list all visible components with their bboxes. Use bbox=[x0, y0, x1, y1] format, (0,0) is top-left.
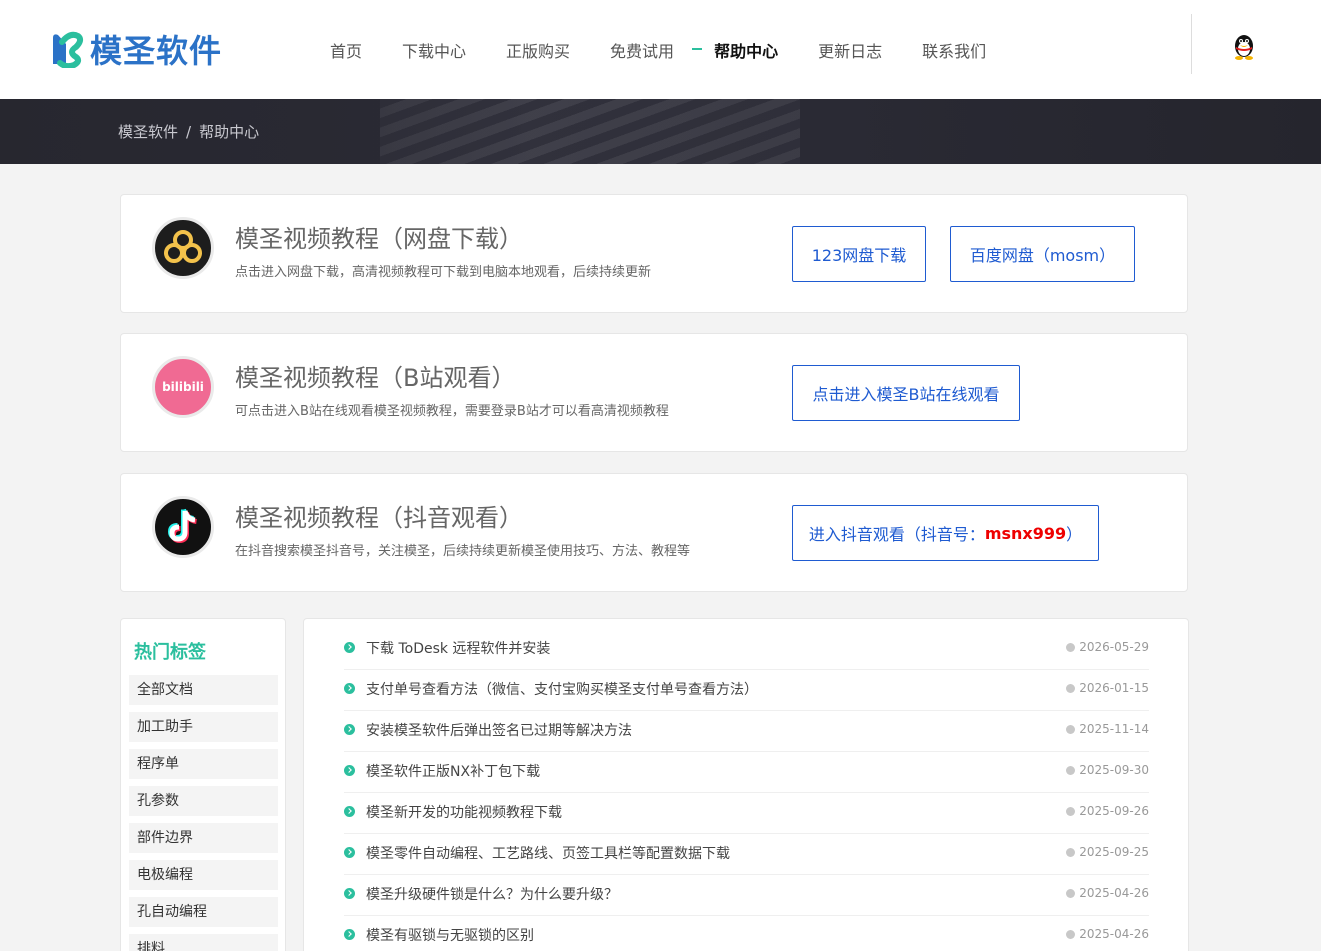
site-header: 模圣软件 首页 下载中心 正版购买 免费试用 帮助中心 更新日志 联系我们 bbox=[0, 0, 1321, 99]
hot-tags-sidebar: 热门标签 全部文档 加工助手 程序单 孔参数 部件边界 电极编程 孔自动编程 排… bbox=[120, 618, 286, 951]
chevron-right-icon bbox=[344, 929, 355, 940]
tag-item[interactable]: 程序单 bbox=[129, 749, 278, 779]
article-title[interactable]: 模圣有驱锁与无驱锁的区别 bbox=[366, 925, 534, 945]
tag-item[interactable]: 全部文档 bbox=[129, 675, 278, 705]
article-date: 2025-04-26 bbox=[1066, 927, 1149, 941]
chevron-right-icon bbox=[344, 724, 355, 735]
tutorial-card-bilibili: bilibili 模圣视频教程（B站观看） 可点击进入B站在线观看模圣视频教程，… bbox=[120, 333, 1188, 452]
article-date: 2025-09-26 bbox=[1066, 804, 1149, 818]
sidebar-title: 热门标签 bbox=[134, 642, 206, 663]
nav-item-changelog[interactable]: 更新日志 bbox=[818, 38, 882, 62]
clock-icon bbox=[1066, 766, 1076, 775]
article-row[interactable]: 模圣软件正版NX补丁包下载 2025-09-30 bbox=[344, 752, 1149, 793]
clock-icon bbox=[1066, 643, 1076, 652]
article-title[interactable]: 模圣新开发的功能视频教程下载 bbox=[366, 802, 562, 822]
douyin-icon bbox=[152, 496, 214, 558]
douyin-button-prefix: 进入抖音观看（抖音号： bbox=[808, 525, 985, 544]
nav-item-help[interactable]: 帮助中心 bbox=[692, 38, 778, 62]
logo-mark-icon bbox=[53, 31, 84, 68]
baidu-netdisk-icon bbox=[152, 217, 214, 279]
article-title[interactable]: 下载 ToDesk 远程软件并安装 bbox=[366, 638, 550, 658]
main-nav: 首页 下载中心 正版购买 免费试用 帮助中心 更新日志 联系我们 bbox=[310, 0, 1006, 99]
card-description: 点击进入网盘下载，高清视频教程可下载到电脑本地观看，后续持续更新 bbox=[235, 265, 652, 280]
article-row[interactable]: 下载 ToDesk 远程软件并安装 2026-05-29 bbox=[344, 629, 1149, 670]
header-divider bbox=[1191, 14, 1192, 74]
article-row[interactable]: 安装模圣软件后弹出签名已过期等解决方法 2025-11-14 bbox=[344, 711, 1149, 752]
article-title[interactable]: 模圣零件自动编程、工艺路线、页签工具栏等配置数据下载 bbox=[366, 843, 730, 863]
article-title[interactable]: 安装模圣软件后弹出签名已过期等解决方法 bbox=[366, 720, 632, 740]
article-title[interactable]: 支付单号查看方法（微信、支付宝购买模圣支付单号查看方法） bbox=[366, 679, 758, 699]
card-title: 模圣视频教程（抖音观看） bbox=[235, 504, 523, 532]
qq-penguin-icon[interactable] bbox=[1231, 32, 1257, 60]
chevron-right-icon bbox=[344, 847, 355, 858]
nav-item-download[interactable]: 下载中心 bbox=[402, 38, 466, 62]
clock-icon bbox=[1066, 930, 1076, 939]
clock-icon bbox=[1066, 807, 1076, 816]
article-title[interactable]: 模圣升级硬件锁是什么？为什么要升级？ bbox=[366, 884, 618, 904]
bilibili-icon: bilibili bbox=[152, 356, 214, 418]
douyin-account-id: msnx999 bbox=[984, 523, 1067, 543]
article-row[interactable]: 模圣有驱锁与无驱锁的区别 2025-04-26 bbox=[344, 916, 1149, 951]
card-title: 模圣视频教程（网盘下载） bbox=[235, 225, 523, 253]
douyin-watch-button[interactable]: 进入抖音观看（抖音号： msnx999） bbox=[792, 505, 1099, 561]
logo-text: 模圣软件 bbox=[90, 32, 223, 70]
baidu-netdisk-button[interactable]: 百度网盘（mosm） bbox=[950, 226, 1135, 282]
tag-item[interactable]: 电极编程 bbox=[129, 860, 278, 890]
tag-item[interactable]: 部件边界 bbox=[129, 823, 278, 853]
breadcrumb-separator: / bbox=[186, 123, 192, 141]
tag-item[interactable]: 加工助手 bbox=[129, 712, 278, 742]
chevron-right-icon bbox=[344, 765, 355, 776]
breadcrumb-current: 帮助中心 bbox=[199, 123, 260, 141]
article-row[interactable]: 模圣升级硬件锁是什么？为什么要升级？ 2025-04-26 bbox=[344, 875, 1149, 916]
article-date: 2025-04-26 bbox=[1066, 886, 1149, 900]
article-title[interactable]: 模圣软件正版NX补丁包下载 bbox=[366, 761, 540, 781]
article-date: 2026-01-15 bbox=[1066, 681, 1149, 695]
nav-item-contact[interactable]: 联系我们 bbox=[922, 38, 986, 62]
chevron-right-icon bbox=[344, 642, 355, 653]
article-date: 2025-09-30 bbox=[1066, 763, 1149, 777]
tag-item[interactable]: 孔参数 bbox=[129, 786, 278, 816]
card-title: 模圣视频教程（B站观看） bbox=[235, 364, 516, 392]
article-row[interactable]: 模圣新开发的功能视频教程下载 2025-09-26 bbox=[344, 793, 1149, 834]
card-description: 在抖音搜索模圣抖音号，关注模圣，后续持续更新模圣使用技巧、方法、教程等 bbox=[235, 544, 691, 559]
article-date: 2025-11-14 bbox=[1066, 722, 1149, 736]
chevron-right-icon bbox=[344, 888, 355, 899]
article-date: 2025-09-25 bbox=[1066, 845, 1149, 859]
bilibili-icon-text: bilibili bbox=[162, 380, 204, 394]
nav-item-home[interactable]: 首页 bbox=[330, 38, 362, 62]
clock-icon bbox=[1066, 684, 1076, 693]
clock-icon bbox=[1066, 725, 1076, 734]
tag-item[interactable]: 孔自动编程 bbox=[129, 897, 278, 927]
douyin-button-suffix: ） bbox=[1066, 525, 1083, 544]
site-logo[interactable]: 模圣软件 bbox=[50, 28, 222, 70]
nav-item-purchase[interactable]: 正版购买 bbox=[506, 38, 570, 62]
article-row[interactable]: 模圣零件自动编程、工艺路线、页签工具栏等配置数据下载 2025-09-25 bbox=[344, 834, 1149, 875]
article-date: 2026-05-29 bbox=[1066, 640, 1149, 654]
article-list: 下载 ToDesk 远程软件并安装 2026-05-29 支付单号查看方法（微信… bbox=[303, 618, 1189, 951]
pan123-download-button[interactable]: 123网盘下载 bbox=[792, 226, 926, 282]
nav-item-trial[interactable]: 免费试用 bbox=[610, 38, 674, 62]
clock-icon bbox=[1066, 889, 1076, 898]
breadcrumb: 模圣软件 / 帮助中心 bbox=[118, 121, 259, 142]
tutorial-card-douyin: 模圣视频教程（抖音观看） 在抖音搜索模圣抖音号，关注模圣，后续持续更新模圣使用技… bbox=[120, 473, 1188, 592]
tag-item[interactable]: 排料 bbox=[129, 934, 278, 951]
card-description: 可点击进入B站在线观看模圣视频教程，需要登录B站才可以看高清视频教程 bbox=[235, 404, 669, 419]
clock-icon bbox=[1066, 848, 1076, 857]
bilibili-watch-button[interactable]: 点击进入模圣B站在线观看 bbox=[792, 365, 1020, 421]
tutorial-card-netdisk: 模圣视频教程（网盘下载） 点击进入网盘下载，高清视频教程可下载到电脑本地观看，后… bbox=[120, 194, 1188, 313]
article-row[interactable]: 支付单号查看方法（微信、支付宝购买模圣支付单号查看方法） 2026-01-15 bbox=[344, 670, 1149, 711]
breadcrumb-home[interactable]: 模圣软件 bbox=[118, 123, 178, 141]
chevron-right-icon bbox=[344, 683, 355, 694]
chevron-right-icon bbox=[344, 806, 355, 817]
